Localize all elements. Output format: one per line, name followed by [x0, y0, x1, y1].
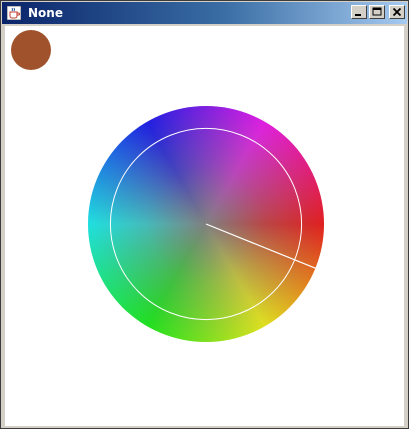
minimize-icon: [355, 14, 361, 16]
content-area: [5, 26, 404, 426]
java-coffee-cup-icon[interactable]: [6, 5, 22, 21]
maximize-button[interactable]: [369, 5, 385, 19]
close-button[interactable]: [389, 5, 405, 19]
color-wheel[interactable]: [88, 106, 324, 342]
maximize-icon: [372, 7, 382, 16]
minimize-button[interactable]: [351, 5, 367, 19]
wheel-overlay: [109, 127, 316, 321]
close-icon: [392, 7, 402, 17]
title-bar[interactable]: None: [2, 2, 407, 24]
application-window: None: [0, 0, 409, 429]
window-title: None: [28, 6, 63, 20]
selected-color-swatch: [11, 30, 51, 70]
window-controls: [351, 5, 405, 19]
